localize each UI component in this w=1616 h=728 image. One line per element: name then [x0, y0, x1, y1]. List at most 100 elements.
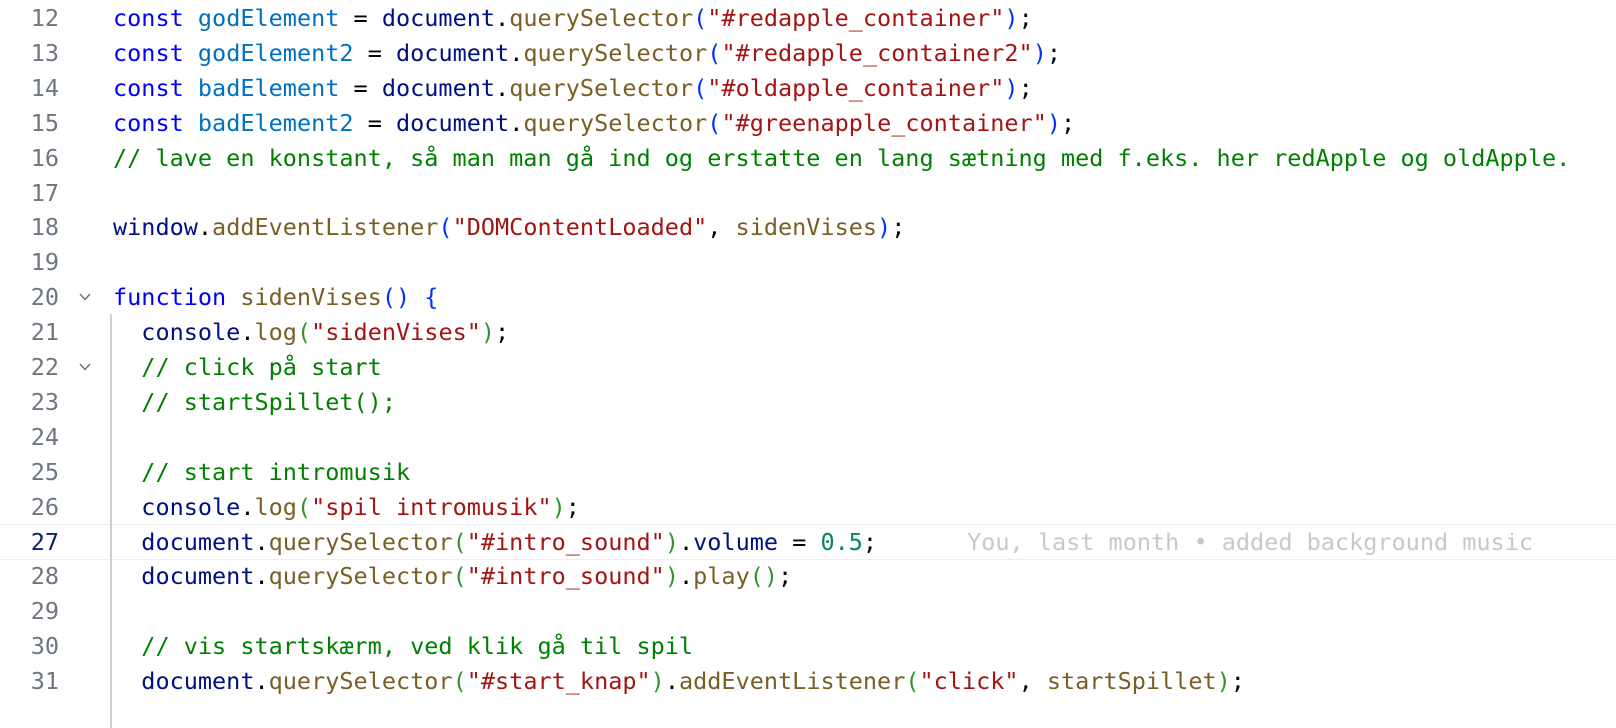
code-token: . — [254, 667, 269, 696]
code-line[interactable]: 26 console.log("spil intromusik"); — [0, 489, 1616, 525]
chevron-down-icon[interactable] — [78, 290, 92, 304]
line-number: 20 — [30, 283, 59, 312]
code-line[interactable]: 21 console.log("sidenVises"); — [0, 314, 1616, 350]
code-token: const — [113, 38, 184, 67]
code-token: . — [678, 527, 694, 556]
code-token: querySelector — [268, 562, 453, 591]
code-token: ; — [1046, 38, 1062, 67]
code-text: const badElement = document.querySelecto… — [113, 70, 1033, 106]
code-text: document.querySelector("#intro_sound").v… — [113, 524, 1533, 560]
code-token: = — [339, 73, 382, 102]
code-line[interactable]: 19 — [0, 244, 1616, 280]
line-number: 30 — [30, 632, 59, 661]
code-token: querySelector — [268, 667, 453, 696]
code-text: console.log("sidenVises"); — [113, 314, 509, 350]
code-token: document — [381, 4, 496, 32]
code-line[interactable]: 28 document.querySelector("#intro_sound"… — [0, 558, 1616, 594]
code-text: document.querySelector("#intro_sound").p… — [113, 558, 792, 594]
code-text: // vis startskærm, ved klik gå til spil — [113, 628, 693, 664]
code-line[interactable]: 31 document.querySelector("#start_knap")… — [0, 663, 1616, 699]
code-line[interactable]: 22 // click på start — [0, 349, 1616, 385]
code-line[interactable]: 18 window.addEventListener("DOMContentLoa… — [0, 209, 1616, 245]
code-token: . — [240, 492, 255, 521]
code-line[interactable]: 25 // start intromusik — [0, 454, 1616, 490]
code-token: ) — [1046, 108, 1062, 137]
code-token: document — [396, 38, 510, 67]
code-line[interactable]: 20 function sidenVises() { — [0, 279, 1616, 315]
code-token: querySelector — [523, 38, 708, 67]
code-token: . — [509, 38, 524, 67]
code-line[interactable]: 15 const badElement2 = document.querySele… — [0, 105, 1616, 141]
code-token: . — [509, 108, 524, 137]
code-token: document — [381, 73, 496, 102]
code-token: "DOMContentLoaded" — [452, 213, 708, 242]
code-token: ; — [1018, 73, 1033, 102]
code-token: ( — [452, 562, 467, 591]
code-token: . — [664, 667, 679, 696]
code-text: const godElement = document.querySelecto… — [113, 0, 1033, 36]
code-editor[interactable]: 12 const godElement = document.querySelec… — [0, 0, 1616, 728]
code-token: ) — [551, 492, 566, 521]
code-token: window — [113, 213, 198, 242]
code-token: ( — [707, 108, 722, 137]
code-line-current[interactable]: 27 document.querySelector("#intro_sound"… — [0, 523, 1616, 560]
code-token: godElement — [197, 4, 340, 32]
code-token: ( — [296, 318, 312, 347]
code-line[interactable]: 16 // lave en konstant, så man man gå ind… — [0, 140, 1616, 176]
code-token: // lave en konstant, så man man gå ind o… — [113, 143, 1585, 172]
line-number: 18 — [30, 213, 59, 242]
code-text: console.log("spil intromusik"); — [113, 489, 580, 525]
code-token: ) — [650, 667, 665, 696]
code-token: . — [197, 213, 213, 242]
code-token: , — [1018, 667, 1047, 696]
code-line[interactable]: 14 const badElement = document.querySelec… — [0, 70, 1616, 106]
code-text: document.querySelector("#start_knap").ad… — [113, 663, 1245, 699]
code-token: sidenVises — [240, 283, 382, 312]
code-token: document — [396, 108, 510, 137]
code-token: () — [381, 283, 411, 312]
line-number: 25 — [30, 457, 59, 486]
code-token: const — [113, 73, 184, 102]
code-token: "sidenVises" — [311, 318, 481, 347]
code-line[interactable]: 23 // startSpillet(); — [0, 384, 1616, 420]
code-token: ( — [693, 4, 708, 32]
code-token: ) — [1004, 73, 1019, 102]
code-text: const badElement2 = document.querySelect… — [113, 105, 1075, 141]
code-token: startSpillet — [1046, 667, 1217, 696]
code-token: ( — [296, 492, 312, 521]
code-line[interactable]: 12 const godElement = document.querySelec… — [0, 0, 1616, 36]
code-token: sidenVises — [735, 213, 878, 242]
code-text: function sidenVises() { — [113, 279, 438, 315]
code-token: document — [141, 667, 255, 696]
code-token: document — [141, 562, 255, 591]
code-token: . — [495, 73, 510, 102]
code-text: // lave en konstant, så man man gå ind o… — [113, 140, 1584, 176]
code-line[interactable]: 29 — [0, 593, 1616, 629]
code-line[interactable]: 30 // vis startskærm, ved klik gå til sp… — [0, 628, 1616, 664]
code-text: window.addEventListener("DOMContentLoade… — [113, 209, 905, 245]
code-token: ) — [877, 213, 892, 242]
code-token: ( — [452, 527, 467, 556]
code-token: querySelector — [509, 73, 694, 102]
code-token: ; — [1061, 108, 1076, 137]
code-line[interactable]: 13 const godElement2 = document.querySele… — [0, 35, 1616, 71]
code-token: addEventListener — [678, 667, 906, 696]
code-token: log — [254, 492, 297, 521]
chevron-down-icon[interactable] — [78, 360, 92, 374]
code-token: function — [113, 283, 227, 312]
code-line[interactable]: 17 — [0, 175, 1616, 211]
code-line[interactable]: 24 — [0, 419, 1616, 455]
line-number: 17 — [30, 178, 59, 207]
indent-guide — [110, 314, 112, 728]
